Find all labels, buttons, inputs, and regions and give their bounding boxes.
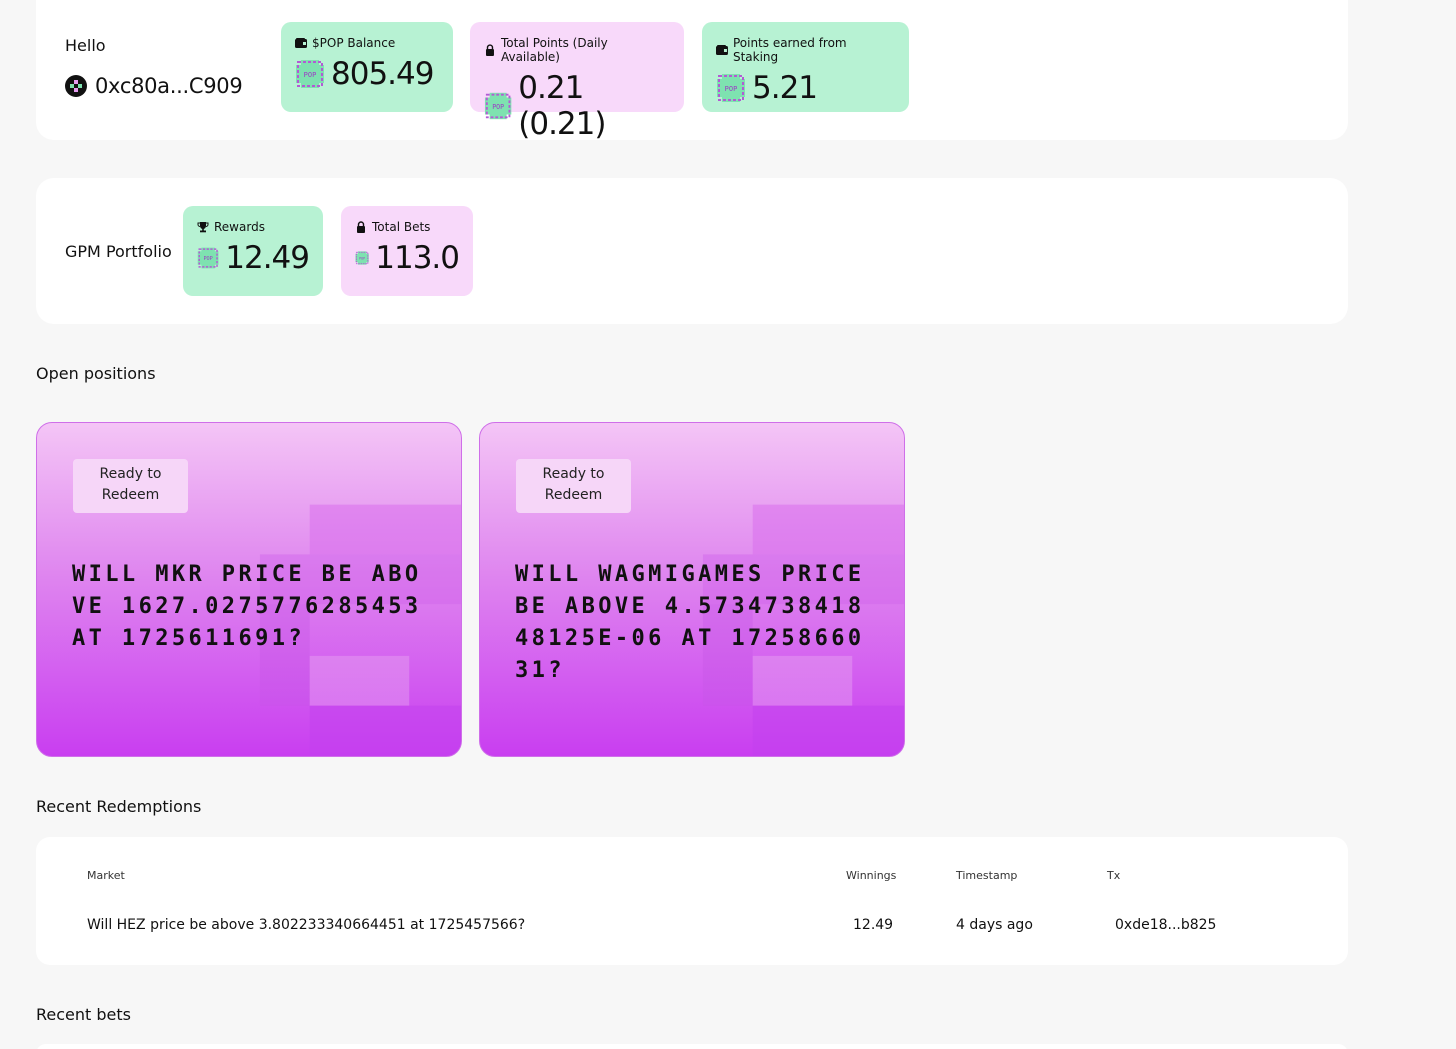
- column-header-market: Market: [87, 869, 125, 882]
- pop-token-icon: POP: [296, 60, 324, 88]
- greeting-label: Hello: [65, 36, 106, 55]
- portfolio-panel: GPM Portfolio Rewards POP 12.49 Total Be…: [36, 178, 1348, 324]
- svg-text:POP: POP: [304, 71, 317, 79]
- pop-balance-label: $POP Balance: [312, 36, 396, 50]
- tx-link[interactable]: 0xde18...b825: [1115, 917, 1216, 933]
- staking-points-label: Points earned from Staking: [732, 36, 847, 64]
- lock-icon: [485, 44, 494, 56]
- total-bets-label: Total Bets: [372, 220, 431, 234]
- total-points-label: Total Points (Daily Available): [500, 36, 608, 64]
- wallet-icon: [716, 45, 728, 55]
- pop-token-icon: POP: [717, 74, 745, 102]
- total-bets-value: 113.0: [375, 240, 460, 276]
- svg-text:POP: POP: [359, 256, 365, 260]
- pop-balance-card: $POP Balance POP 805.49: [281, 22, 453, 112]
- wallet-address-text: 0xc80a...C909: [95, 74, 243, 98]
- column-header-timestamp: Timestamp: [956, 869, 1018, 882]
- pop-balance-value: 805.49: [331, 56, 434, 92]
- staking-points-card: Points earned from Staking POP 5.21: [702, 22, 909, 112]
- status-badge: Ready to Redeem: [73, 459, 188, 513]
- svg-text:POP: POP: [203, 256, 212, 262]
- position-card[interactable]: Ready to Redeem Will WAGMIGAMES price be…: [479, 422, 905, 757]
- total-points-card: Total Points (Daily Available) POP 0.21 …: [470, 22, 684, 142]
- portfolio-title: GPM Portfolio: [65, 242, 172, 261]
- position-question: Will WAGMIGAMES price be above 4.5734738…: [515, 562, 865, 683]
- status-badge: Ready to Redeem: [516, 459, 631, 513]
- avatar-icon: [65, 75, 87, 97]
- position-question: Will MKR price be above 1627.02757762854…: [72, 562, 422, 651]
- pop-token-icon: POP: [484, 92, 512, 120]
- recent-redemptions-title: Recent Redemptions: [36, 797, 202, 816]
- position-card[interactable]: Ready to Redeem Will MKR price be above …: [36, 422, 462, 757]
- rewards-label: Rewards: [214, 220, 265, 234]
- total-bets-card: Total Bets POP 113.0: [341, 206, 473, 296]
- recent-bets-title: Recent bets: [36, 1005, 131, 1024]
- market-cell: Will HEZ price be above 3.80223334066445…: [87, 917, 526, 933]
- open-positions-title: Open positions: [36, 364, 156, 383]
- column-header-winnings: Winnings: [846, 869, 897, 882]
- winnings-cell: 12.49: [853, 917, 894, 933]
- wallet-icon: [295, 38, 307, 48]
- account-summary-panel: Hello 0xc80a...C909 $POP Balance POP 805…: [36, 0, 1348, 142]
- total-points-value: 0.21 (0.21): [518, 70, 606, 142]
- pop-token-icon: POP: [197, 247, 219, 269]
- column-header-tx: Tx: [1107, 869, 1121, 882]
- staking-points-value: 5.21: [752, 70, 818, 106]
- timestamp-cell: 4 days ago: [956, 917, 1033, 933]
- svg-text:POP: POP: [725, 85, 738, 93]
- rewards-card: Rewards POP 12.49: [183, 206, 323, 296]
- wallet-address[interactable]: 0xc80a...C909: [65, 74, 243, 98]
- bets-table: [36, 1044, 1348, 1049]
- lock-icon: [357, 221, 365, 233]
- redemptions-table: Market Winnings Timestamp Tx Will HEZ pr…: [36, 837, 1348, 965]
- svg-text:POP: POP: [492, 103, 504, 111]
- trophy-icon: [197, 222, 209, 233]
- rewards-value: 12.49: [225, 240, 310, 276]
- pop-token-icon: POP: [355, 251, 369, 265]
